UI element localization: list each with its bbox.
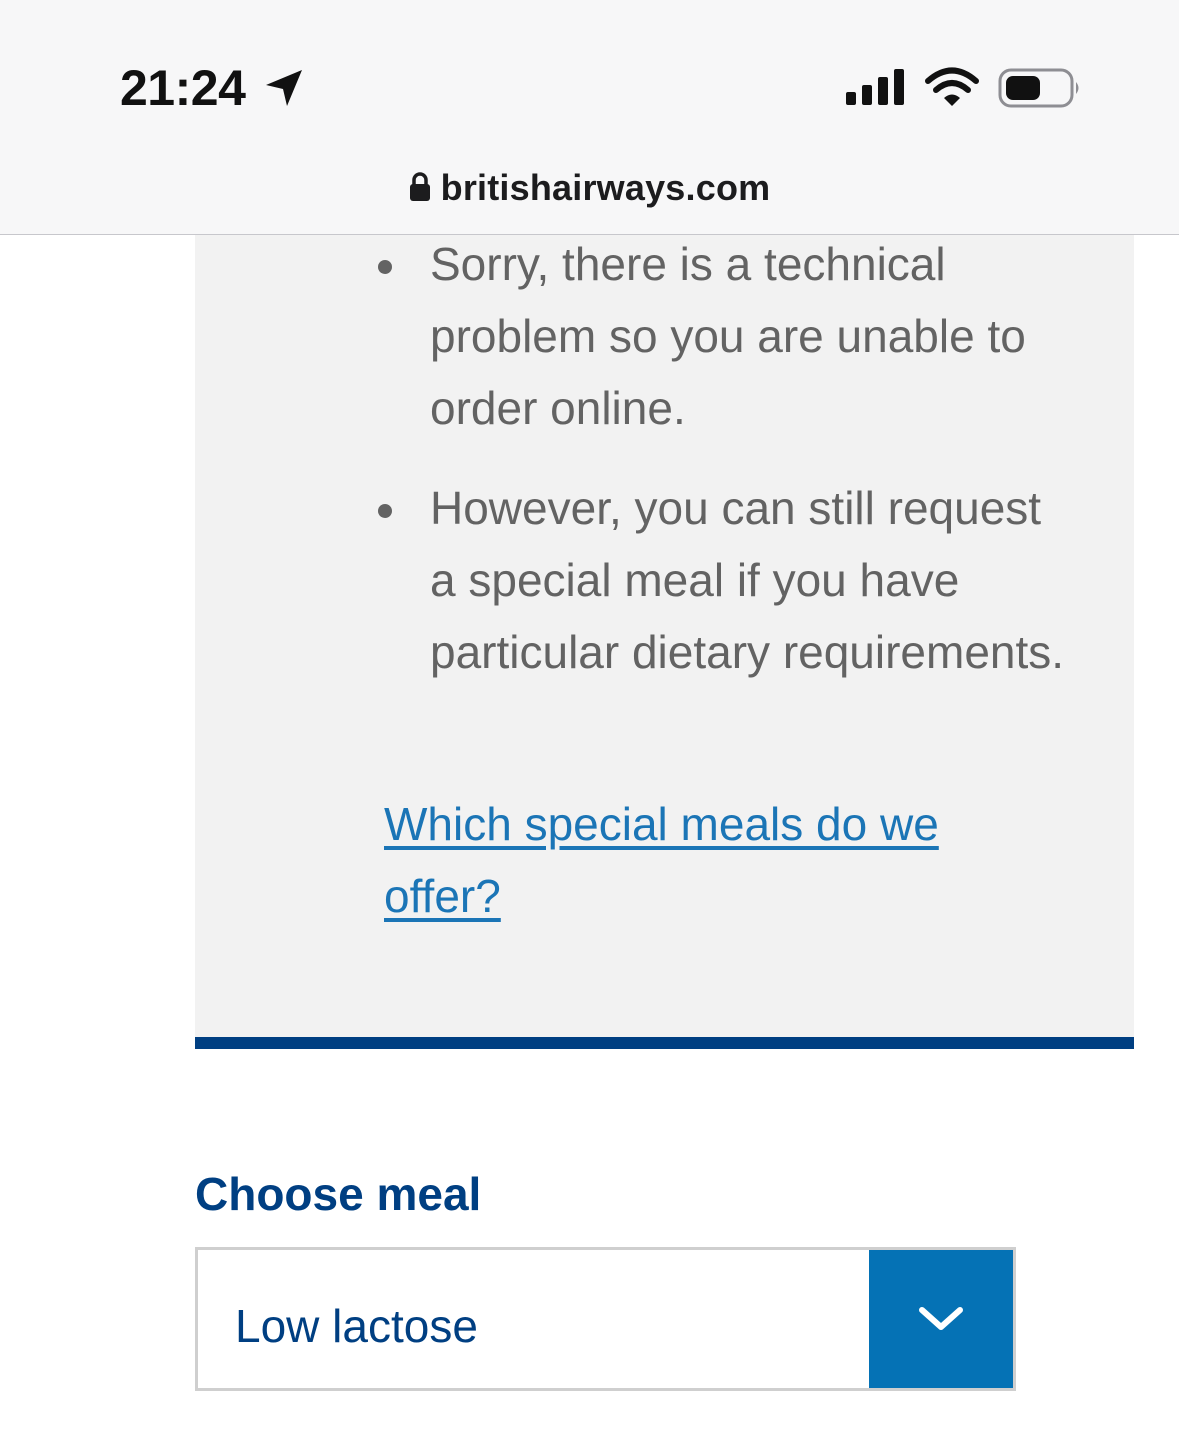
bullet-icon — [378, 260, 392, 274]
meal-select-value: Low lactose — [235, 1300, 478, 1352]
info-text: Sorry, there is a technical problem so y… — [430, 238, 1026, 434]
location-arrow-icon — [266, 70, 302, 106]
meal-select[interactable]: Low lactose — [195, 1247, 1016, 1391]
chevron-down-icon — [919, 1307, 963, 1330]
wifi-icon — [925, 67, 979, 106]
address-bar[interactable]: britishairways.com — [0, 160, 1179, 216]
info-text: However, you can still request a special… — [430, 482, 1065, 678]
info-list: Sorry, there is a technical problem so y… — [195, 228, 1070, 716]
bullet-icon — [378, 504, 392, 518]
url-text: britishairways.com — [440, 167, 771, 208]
special-meals-link[interactable]: Which special meals do we offer? — [384, 788, 1004, 932]
info-panel: Sorry, there is a technical problem so y… — [195, 200, 1134, 1049]
status-time: 21:24 — [120, 60, 246, 116]
browser-top-bar: 21:24 britishairways.com — [0, 0, 1179, 235]
choose-meal-label: Choose meal — [195, 1168, 482, 1220]
meal-select-toggle[interactable] — [869, 1250, 1013, 1388]
list-item: Sorry, there is a technical problem so y… — [195, 228, 1070, 444]
battery-icon — [998, 68, 1079, 108]
lock-icon — [409, 172, 430, 201]
signal-icon — [846, 69, 904, 105]
list-item: However, you can still request a special… — [195, 472, 1070, 688]
